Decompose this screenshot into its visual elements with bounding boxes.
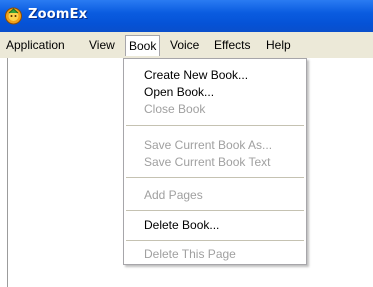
- menu-separator: [126, 210, 304, 211]
- menu-item-delete-this-page: Delete This Page: [144, 247, 236, 261]
- menu-effects[interactable]: Effects: [211, 37, 253, 53]
- menu-separator: [126, 125, 304, 126]
- book-menu-dropdown: Create New Book... Open Book... Close Bo…: [123, 58, 307, 265]
- menu-item-save-book-text: Save Current Book Text: [144, 155, 271, 169]
- menu-item-open-book[interactable]: Open Book...: [144, 84, 214, 100]
- menu-view[interactable]: View: [86, 37, 118, 53]
- menu-item-add-pages: Add Pages: [144, 188, 203, 202]
- window-title: ZoomEx: [28, 7, 88, 22]
- menu-bar: Application View Book Voice Effects Help: [0, 32, 373, 58]
- menu-help[interactable]: Help: [263, 37, 294, 53]
- menu-item-close-book: Close Book: [144, 102, 206, 116]
- menu-separator: [126, 177, 304, 178]
- menu-book[interactable]: Book: [125, 35, 161, 56]
- menu-item-create-new-book[interactable]: Create New Book...: [144, 67, 248, 83]
- content-border: [7, 58, 8, 287]
- title-bar[interactable]: ZoomEx: [0, 0, 373, 32]
- zoomex-app-icon[interactable]: [4, 6, 23, 25]
- menu-item-save-book-as: Save Current Book As...: [144, 138, 273, 152]
- menu-voice[interactable]: Voice: [167, 37, 202, 53]
- menu-separator: [126, 240, 304, 241]
- menu-item-delete-book[interactable]: Delete Book...: [144, 217, 219, 233]
- menu-application[interactable]: Application: [3, 37, 68, 53]
